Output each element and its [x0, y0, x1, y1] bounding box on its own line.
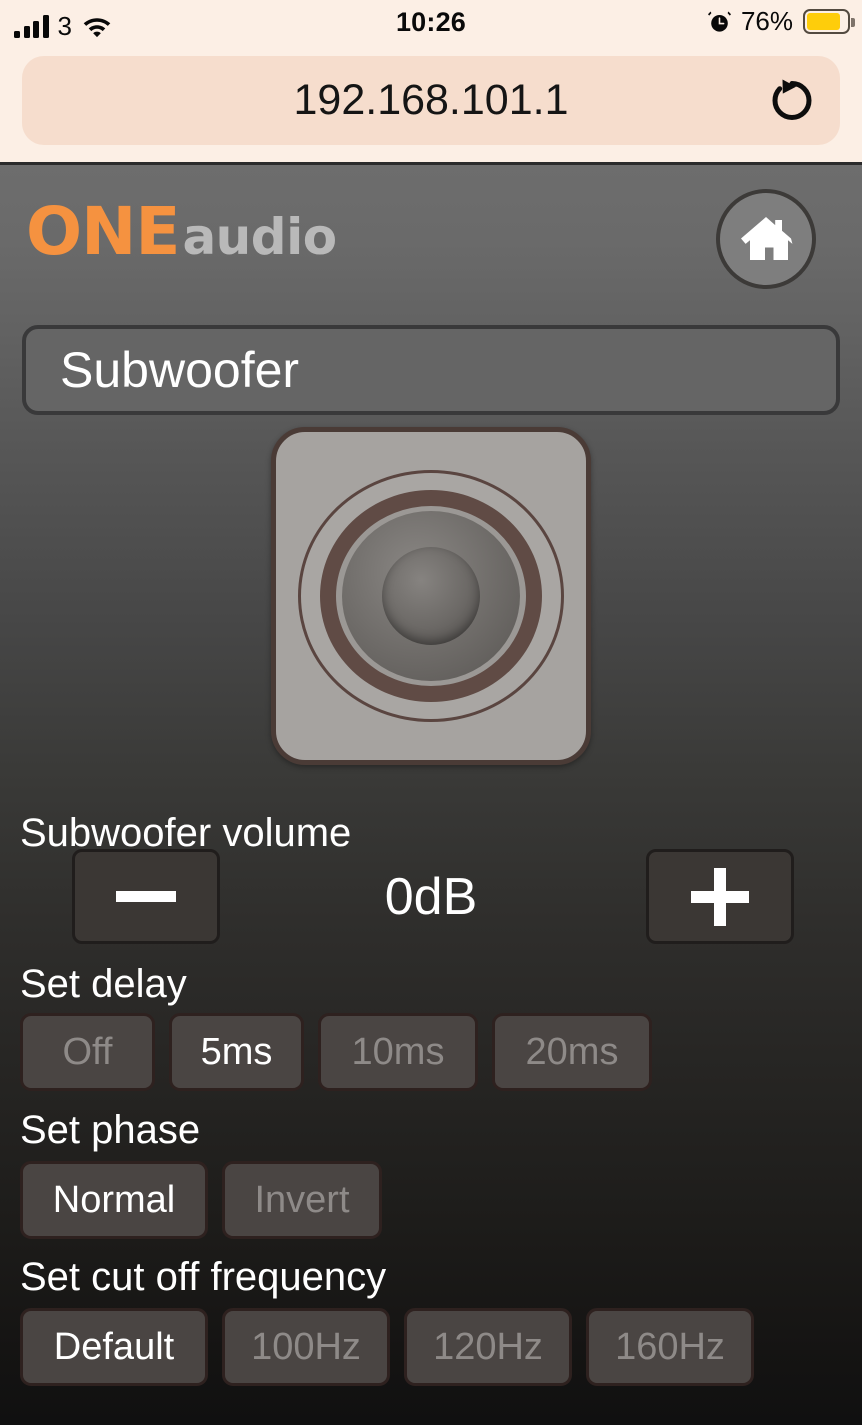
home-icon [738, 211, 794, 267]
logo-one-text: ONE [26, 193, 180, 270]
reload-icon[interactable] [766, 75, 818, 127]
alarm-clock-icon [707, 10, 731, 33]
phone-screen: 3 10:26 76% 192.168.101.1 ONE audio Subw… [0, 0, 862, 1425]
status-bar-right: 76% [707, 5, 855, 36]
logo-audio-text: audio [182, 208, 337, 266]
app-header: ONE audio [0, 165, 862, 290]
cutoff-option-160hz[interactable]: 160Hz [586, 1308, 754, 1386]
set-phase-label: Set phase [20, 1108, 201, 1152]
oneaudio-logo: ONE audio [26, 193, 337, 270]
cutoff-option-default[interactable]: Default [20, 1308, 208, 1386]
set-delay-label: Set delay [20, 962, 187, 1006]
ios-status-bar: 3 10:26 76% [0, 0, 862, 46]
cutoff-option-100hz[interactable]: 100Hz [222, 1308, 390, 1386]
speaker-illustration-wrap [0, 427, 862, 765]
subwoofer-speaker-icon [271, 427, 591, 765]
volume-increase-button[interactable] [646, 849, 794, 944]
phase-option-invert[interactable]: Invert [222, 1161, 382, 1239]
oneaudio-web-app: ONE audio Subwoofer Subwoofer volume 0dB… [0, 162, 862, 1425]
home-button[interactable] [716, 189, 816, 289]
battery-percent-label: 76% [740, 5, 793, 36]
delay-option-5ms[interactable]: 5ms [169, 1013, 304, 1091]
url-text[interactable]: 192.168.101.1 [22, 56, 840, 145]
speaker-dust-cap [382, 547, 480, 645]
cutoff-option-120hz[interactable]: 120Hz [404, 1308, 572, 1386]
delay-option-20ms[interactable]: 20ms [492, 1013, 652, 1091]
delay-option-off[interactable]: Off [20, 1013, 155, 1091]
browser-toolbar: 192.168.101.1 [0, 46, 862, 162]
set-delay-options: Off 5ms 10ms 20ms [20, 1013, 652, 1091]
phase-option-normal[interactable]: Normal [20, 1161, 208, 1239]
address-bar[interactable]: 192.168.101.1 [22, 56, 840, 145]
subwoofer-volume-row: 0dB [0, 849, 862, 949]
plus-icon [691, 867, 749, 926]
delay-option-10ms[interactable]: 10ms [318, 1013, 478, 1091]
page-title: Subwoofer [60, 342, 300, 398]
set-cutoff-frequency-label: Set cut off frequency [20, 1255, 387, 1299]
page-title-bar: Subwoofer [22, 325, 840, 415]
set-phase-options: Normal Invert [20, 1161, 382, 1239]
battery-icon [803, 8, 855, 34]
set-cutoff-frequency-options: Default 100Hz 120Hz 160Hz [20, 1308, 754, 1386]
